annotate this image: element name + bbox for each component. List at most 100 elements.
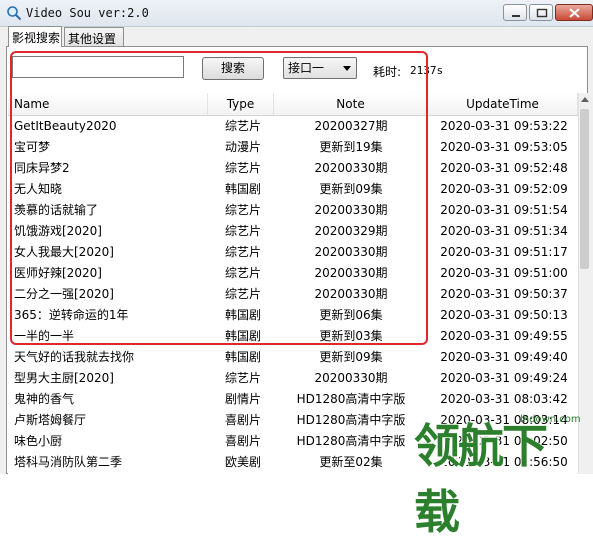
table-row[interactable]: 羡慕的话就输了 综艺片 20200330期 2020-03-31 09:51:54 <box>8 200 578 221</box>
close-icon <box>569 8 580 18</box>
cell-name: 无人知晓 <box>14 182 63 196</box>
watermark-text: 领航下载 <box>414 419 548 539</box>
table-row[interactable]: 饥饿游戏[2020] 综艺片 20200329期 2020-03-31 09:51:3… <box>8 221 578 242</box>
api-source-selected: 接口一 <box>288 61 325 75</box>
cell-type: 综艺片 <box>224 287 261 301</box>
cell-updatetime: 2020-03-31 09:52:48 <box>440 161 568 175</box>
cell-note: 20200330期 <box>314 371 388 385</box>
magnifier-icon <box>7 6 22 21</box>
cell-updatetime: 2020-03-31 09:51:00 <box>440 266 568 280</box>
cell-updatetime: 2020-03-31 09:49:40 <box>440 350 568 364</box>
cell-type: 韩国剧 <box>224 182 261 196</box>
cell-type: 韩国剧 <box>224 329 261 343</box>
cell-name: 医师好辣[2020] <box>14 266 102 280</box>
tab-other-settings[interactable]: 其他设置 <box>64 27 124 46</box>
table-row[interactable]: 同床异梦2 综艺片 20200330期 2020-03-31 09:52:48 <box>8 158 578 179</box>
cell-updatetime: 2020-03-31 09:51:17 <box>440 245 568 259</box>
cell-updatetime: 2020-03-31 09:52:09 <box>440 182 568 196</box>
watermark-subtext: lhdown.com <box>520 414 581 425</box>
cell-type: 韩国剧 <box>224 308 261 322</box>
cell-note: 20200330期 <box>314 161 388 175</box>
table-row[interactable]: 365：逆转命运的1年 韩国剧 更新到06集 2020-03-31 09:50:13 <box>8 305 578 326</box>
table-row[interactable]: 天气好的话我就去找你 韩国剧 更新到09集 2020-03-31 09:49:40 <box>8 347 578 368</box>
cell-name: 味色小厨 <box>14 434 63 448</box>
search-button[interactable]: 搜索 <box>202 57 264 80</box>
watermark-logo: 领航下载 lhdown.com <box>408 408 588 539</box>
cell-note: HD1280高清中字版 <box>296 434 406 448</box>
cell-name: 宝可梦 <box>14 140 51 154</box>
cell-name: GetItBeauty2020 <box>14 119 117 133</box>
cell-name: 饥饿游戏[2020] <box>14 224 102 238</box>
cell-note: 20200330期 <box>314 287 388 301</box>
cell-name: 同床异梦2 <box>14 161 70 175</box>
cell-name: 羡慕的话就输了 <box>14 203 99 217</box>
cell-name: 二分之一强[2020] <box>14 287 114 301</box>
title-bar: Video Sou ver:2.0 <box>0 0 593 27</box>
tab-video-search[interactable]: 影视搜索 <box>8 26 62 47</box>
cell-type: 综艺片 <box>224 203 261 217</box>
table-row[interactable]: 一半的一半 韩国剧 更新到03集 2020-03-31 09:49:55 <box>8 326 578 347</box>
table-row[interactable]: 二分之一强[2020] 综艺片 20200330期 2020-03-31 09:50:… <box>8 284 578 305</box>
cell-updatetime: 2020-03-31 09:50:13 <box>440 308 568 322</box>
cell-name: 365：逆转命运的1年 <box>14 308 129 322</box>
scroll-thumb[interactable] <box>580 109 589 269</box>
cell-updatetime: 2020-03-31 08:03:42 <box>440 392 568 406</box>
cell-type: 动漫片 <box>224 140 261 154</box>
list-header: Name Type Note UpdateTime <box>8 93 578 116</box>
cell-type: 综艺片 <box>224 119 261 133</box>
cell-type: 综艺片 <box>224 371 261 385</box>
close-button[interactable] <box>555 4 593 21</box>
cell-updatetime: 2020-03-31 09:51:54 <box>440 203 568 217</box>
cell-updatetime: 2020-03-31 09:53:05 <box>440 140 568 154</box>
elapsed-time-value: 2137s <box>410 64 444 77</box>
cell-type: 韩国剧 <box>224 350 261 364</box>
cell-updatetime: 2020-03-31 09:49:24 <box>440 371 568 385</box>
cell-name: 型男大主厨[2020] <box>14 371 114 385</box>
table-row[interactable]: 医师好辣[2020] 综艺片 20200330期 2020-03-31 09:51:0… <box>8 263 578 284</box>
column-header-note[interactable]: Note <box>274 93 428 115</box>
table-row[interactable]: GetItBeauty2020 综艺片 20200327期 2020-03-31 09… <box>8 116 578 137</box>
cell-name: 鬼神的香气 <box>14 392 75 406</box>
tab-label: 影视搜索 <box>12 31 61 45</box>
cell-type: 综艺片 <box>224 266 261 280</box>
window-body: 影视搜索 其他设置 搜索 接口一 耗时: 2137s Name Type Not… <box>0 26 593 474</box>
cell-name: 卢斯塔姆餐厅 <box>14 413 87 427</box>
maximize-button[interactable] <box>529 4 553 21</box>
cell-note: 更新至02集 <box>319 455 383 469</box>
cell-type: 剧情片 <box>224 392 261 406</box>
cell-note: 更新到19集 <box>319 140 383 154</box>
cell-updatetime: 2020-03-31 09:49:55 <box>440 329 568 343</box>
column-header-name[interactable]: Name <box>8 93 208 115</box>
cell-updatetime: 2020-03-31 09:50:37 <box>440 287 568 301</box>
cell-note: 20200330期 <box>314 245 388 259</box>
maximize-icon <box>536 8 548 18</box>
api-source-select[interactable]: 接口一 <box>283 57 357 79</box>
search-input[interactable] <box>12 56 184 78</box>
scroll-up-icon[interactable] <box>581 97 589 102</box>
chevron-down-icon <box>343 66 351 71</box>
elapsed-time-label: 耗时: <box>373 65 402 79</box>
table-row[interactable]: 鬼神的香气 剧情片 HD1280高清中字版 2020-03-31 08:03:42 <box>8 389 578 410</box>
tab-label: 其他设置 <box>68 32 117 46</box>
table-row[interactable]: 女人我最大[2020] 综艺片 20200330期 2020-03-31 09:51:… <box>8 242 578 263</box>
cell-name: 塔科马消防队第二季 <box>14 455 123 469</box>
cell-note: 20200330期 <box>314 266 388 280</box>
minimize-icon <box>512 15 520 17</box>
column-header-updatetime[interactable]: UpdateTime <box>428 93 578 115</box>
cell-type: 综艺片 <box>224 245 261 259</box>
cell-note: 更新到09集 <box>319 350 383 364</box>
column-header-type[interactable]: Type <box>208 93 274 115</box>
cell-note: HD1280高清中字版 <box>296 392 406 406</box>
cell-note: 20200330期 <box>314 203 388 217</box>
cell-name: 女人我最大[2020] <box>14 245 114 259</box>
cell-type: 喜剧片 <box>224 434 261 448</box>
cell-type: 综艺片 <box>224 161 261 175</box>
window-title: Video Sou ver:2.0 <box>26 6 149 20</box>
table-row[interactable]: 型男大主厨[2020] 综艺片 20200330期 2020-03-31 09:49:… <box>8 368 578 389</box>
minimize-button[interactable] <box>503 4 527 21</box>
table-row[interactable]: 宝可梦 动漫片 更新到19集 2020-03-31 09:53:05 <box>8 137 578 158</box>
table-row[interactable]: 无人知晓 韩国剧 更新到09集 2020-03-31 09:52:09 <box>8 179 578 200</box>
cell-updatetime: 2020-03-31 09:51:34 <box>440 224 568 238</box>
cell-type: 综艺片 <box>224 224 261 238</box>
cell-note: 更新到03集 <box>319 329 383 343</box>
